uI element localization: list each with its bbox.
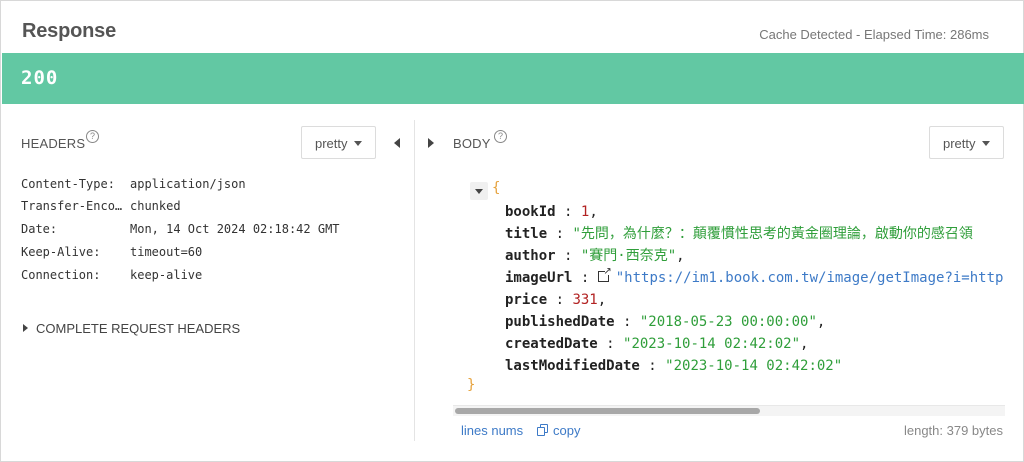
- json-body-viewer[interactable]: { bookId : 1, title : "先問，為什麼？：顛覆慣性思考的黃金…: [453, 177, 1005, 403]
- json-key: lastModifiedDate: [505, 358, 640, 374]
- horizontal-scrollbar[interactable]: [453, 405, 1005, 416]
- json-string: "先問，為什麼？：顛覆慣性思考的黃金圈理論，啟動你的感召領: [572, 226, 973, 242]
- headers-label: HEADERS: [21, 136, 86, 151]
- json-field-bookid: bookId : 1,: [505, 204, 598, 220]
- body-format-label: pretty: [943, 136, 976, 151]
- lines-nums-toggle[interactable]: lines nums: [461, 423, 523, 438]
- external-link-icon[interactable]: ↗: [597, 267, 612, 282]
- json-key: publishedDate: [505, 314, 615, 330]
- chevron-down-icon: [982, 141, 990, 146]
- body-help-icon[interactable]: ?: [494, 130, 507, 143]
- header-value: chunked: [130, 199, 181, 213]
- json-field-publisheddate: publishedDate : "2018-05-23 00:00:00",: [505, 314, 826, 330]
- body-length: length: 379 bytes: [903, 423, 1003, 438]
- headers-format-select[interactable]: pretty: [301, 126, 376, 159]
- header-key: Date:: [21, 222, 58, 236]
- body-label: BODY: [453, 136, 491, 151]
- json-key: price: [505, 292, 548, 308]
- json-field-imageurl: imageUrl : ↗ "https://im1.book.com.tw/ima…: [505, 266, 1004, 287]
- header-value: application/json: [130, 177, 246, 191]
- copy-button[interactable]: copy: [537, 423, 580, 438]
- cache-elapsed-time: Cache Detected - Elapsed Time: 286ms: [759, 27, 989, 42]
- response-header: Response Cache Detected - Elapsed Time: …: [1, 1, 1024, 53]
- header-key: Keep-Alive:: [21, 245, 101, 259]
- header-key: Transfer-Enco…: [21, 199, 123, 213]
- collapse-right-icon[interactable]: [428, 138, 434, 148]
- complete-request-headers-toggle[interactable]: COMPLETE REQUEST HEADERS: [23, 321, 240, 336]
- json-field-title: title : "先問，為什麼？：顛覆慣性思考的黃金圈理論，啟動你的感召領: [505, 226, 973, 242]
- json-collapse-button[interactable]: [470, 182, 488, 200]
- json-string: "賽門·西奈克": [580, 248, 677, 264]
- json-close-brace: }: [467, 377, 476, 393]
- status-code: 200: [21, 67, 59, 89]
- json-key: title: [505, 226, 548, 242]
- collapse-left-icon[interactable]: [394, 138, 400, 148]
- response-title: Response: [22, 20, 116, 42]
- body-format-select[interactable]: pretty: [929, 126, 1004, 159]
- copy-label: copy: [553, 423, 581, 438]
- json-key: createdDate: [505, 336, 598, 352]
- complete-request-headers-label: COMPLETE REQUEST HEADERS: [36, 321, 241, 336]
- json-field-lastmodifieddate: lastModifiedDate : "2023-10-14 02:42:02": [505, 358, 843, 374]
- scrollbar-thumb[interactable]: [455, 408, 760, 414]
- copy-icon: [537, 424, 549, 437]
- json-string: "2018-05-23 00:00:00": [639, 314, 817, 330]
- json-field-author: author : "賽門·西奈克",: [505, 248, 685, 264]
- json-open-brace: {: [492, 180, 501, 196]
- header-key: Content-Type:: [21, 177, 115, 191]
- header-key: Connection:: [21, 268, 101, 282]
- json-key: author: [505, 248, 556, 264]
- json-field-price: price : 331,: [505, 292, 607, 308]
- response-panel: Response Cache Detected - Elapsed Time: …: [0, 0, 1024, 462]
- header-value: timeout=60: [130, 245, 203, 259]
- json-key: imageUrl: [505, 270, 573, 286]
- status-bar: 200: [2, 53, 1024, 104]
- json-field-createddate: createdDate : "2023-10-14 02:42:02",: [505, 336, 809, 352]
- header-value: Mon, 14 Oct 2024 02:18:42 GMT: [130, 222, 340, 236]
- json-key: bookId: [505, 204, 556, 220]
- headers-format-label: pretty: [315, 136, 348, 151]
- header-value: keep-alive: [130, 268, 203, 282]
- json-number: 331: [572, 292, 598, 308]
- chevron-down-icon: [354, 141, 362, 146]
- json-string: "2023-10-14 02:42:02": [665, 358, 843, 374]
- json-link[interactable]: "https://im1.book.com.tw/image/getImage?…: [616, 270, 1004, 286]
- headers-help-icon[interactable]: ?: [86, 130, 99, 143]
- caret-down-icon: [475, 189, 483, 194]
- panel-divider[interactable]: [414, 120, 415, 441]
- caret-right-icon: [23, 324, 28, 332]
- json-string: "2023-10-14 02:42:02": [623, 336, 801, 352]
